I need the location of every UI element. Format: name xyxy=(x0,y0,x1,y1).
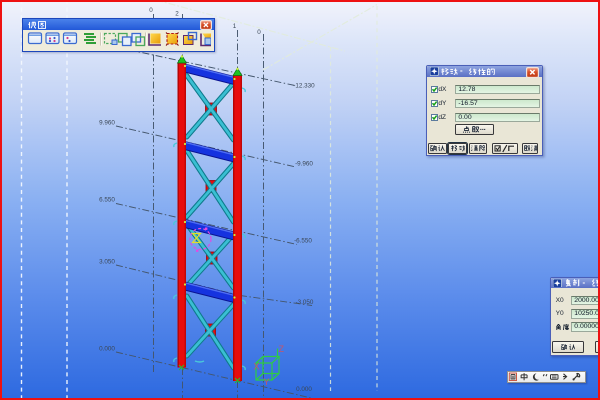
svg-text:-6.550: -6.550 xyxy=(294,237,312,244)
svg-text:0.000: 0.000 xyxy=(99,346,115,353)
svg-text:-12.330: -12.330 xyxy=(293,82,315,89)
svg-text:X: X xyxy=(254,362,260,372)
svg-text:0: 0 xyxy=(257,29,261,36)
svg-text:6.550: 6.550 xyxy=(99,197,115,204)
svg-text:0.000: 0.000 xyxy=(296,386,312,393)
svg-text:-3.050: -3.050 xyxy=(296,299,314,306)
svg-text:2: 2 xyxy=(175,11,179,18)
svg-text:Z: Z xyxy=(279,344,285,354)
svg-text:3.050: 3.050 xyxy=(99,259,115,266)
svg-text:-9.960: -9.960 xyxy=(295,160,313,167)
svg-text:Y: Y xyxy=(264,377,270,387)
svg-text:0: 0 xyxy=(149,7,153,14)
svg-text:1: 1 xyxy=(233,23,237,30)
svg-text:9.960: 9.960 xyxy=(99,120,115,127)
